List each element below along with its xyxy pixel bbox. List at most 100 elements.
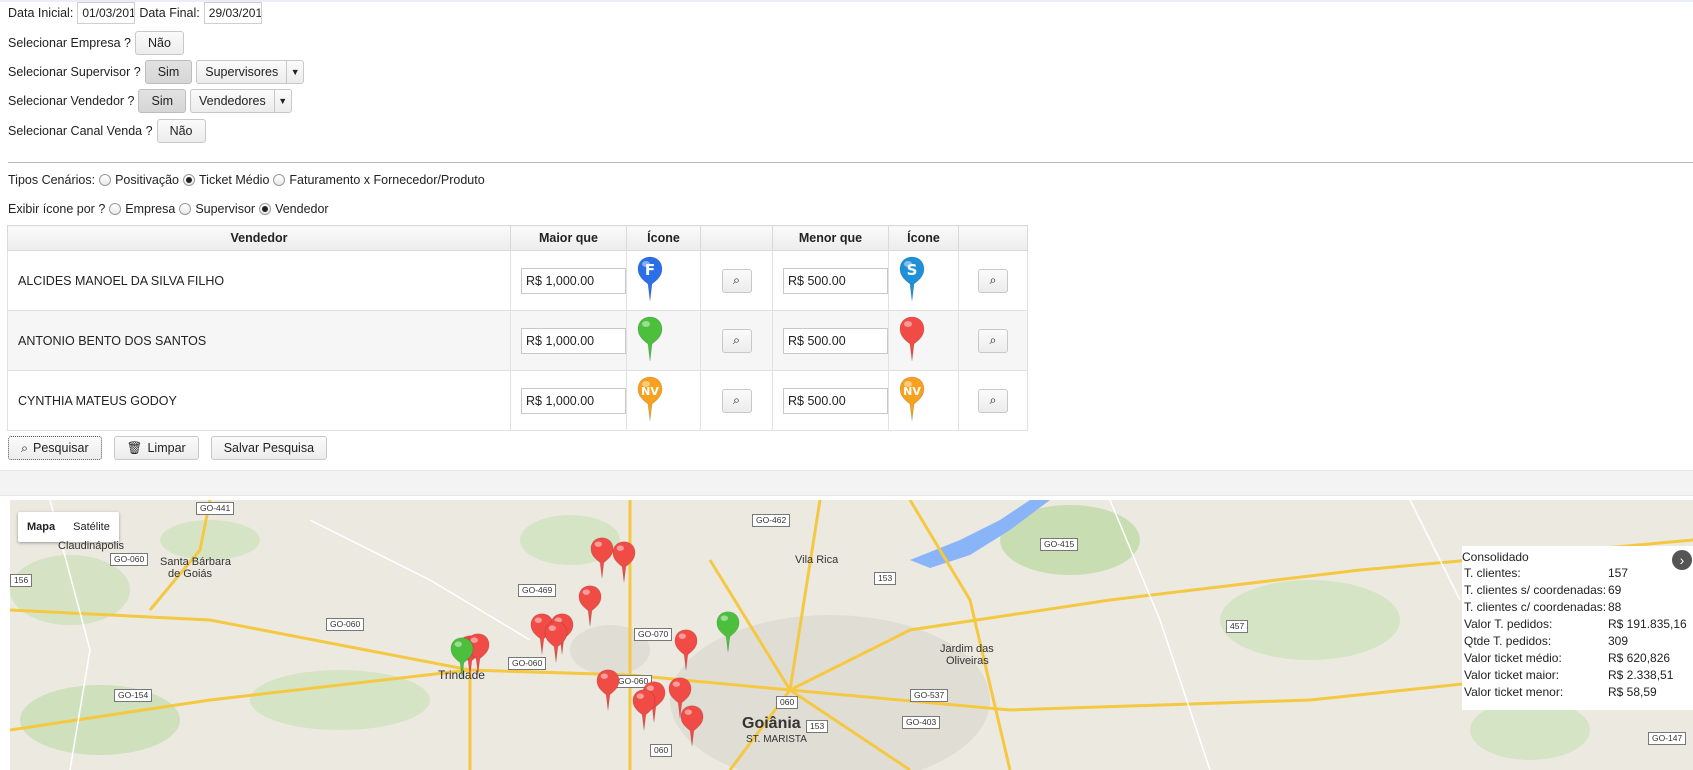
road-badge: 060 (650, 744, 673, 757)
menor-que-input[interactable]: R$ 500.00 (783, 387, 888, 414)
map-marker-icon[interactable] (544, 620, 568, 667)
supervisor-row: Selecionar Supervisor ? Sim Supervisores… (8, 59, 305, 85)
column-header[interactable]: Ícone (888, 225, 959, 251)
map-background (10, 500, 1693, 770)
maior-que-input[interactable]: R$ 1,000.00 (521, 387, 626, 414)
road-badge: GO-441 (196, 502, 235, 515)
actions-bar: ⌕ Pesquisar 🗑 Limpar Salvar Pesquisa (8, 436, 328, 460)
map-pin-icon[interactable]: S (899, 256, 958, 305)
pesquisar-label: Pesquisar (33, 441, 89, 455)
supervisor-toggle-button[interactable]: Sim (144, 60, 193, 84)
vendedor-toggle-button[interactable]: Sim (138, 89, 187, 113)
map-marker-icon[interactable] (612, 540, 636, 587)
map-pin-icon[interactable]: F (637, 256, 700, 305)
consolidado-label: Valor ticket maior: (1464, 668, 1560, 682)
map-marker-icon[interactable] (450, 636, 474, 683)
road-badge: 457 (1226, 620, 1249, 633)
map-marker-icon[interactable] (596, 668, 620, 715)
search-icon-button[interactable]: ⌕ (721, 268, 752, 293)
map-container[interactable]: Mapa Satélite Claudinápolis Santa Bárbar… (10, 500, 1693, 770)
icone-por-row: Exibir ícone por ? Empresa Supervisor Ve… (8, 196, 329, 222)
svg-text:F: F (645, 261, 655, 279)
radio-empresa[interactable] (109, 203, 122, 215)
road-badge: GO-147 (1648, 732, 1687, 745)
map-marker-icon[interactable] (680, 704, 704, 751)
search-icon-button[interactable]: ⌕ (721, 328, 752, 353)
place-label: de Goiás (168, 568, 213, 580)
radio-vendedor[interactable] (259, 203, 272, 215)
radio-faturamento[interactable] (273, 174, 286, 186)
place-label: ST. MARISTA (746, 734, 807, 745)
road-badge: GO-415 (1040, 538, 1079, 551)
empresa-row: Selecionar Empresa ? Não (8, 30, 184, 56)
place-label: Goiânia (742, 715, 801, 732)
empresa-toggle-button[interactable]: Não (134, 31, 184, 55)
consolidado-label: Valor T. pedidos: (1464, 617, 1553, 631)
consolidado-value: R$ 620,826 (1608, 651, 1671, 665)
column-header[interactable]: Maior que (510, 225, 627, 251)
maior-que-input[interactable]: R$ 1,000.00 (521, 267, 626, 294)
salvar-pesquisa-button[interactable]: Salvar Pesquisa (210, 436, 328, 460)
map-pin-icon[interactable]: NV (637, 376, 700, 425)
consolidado-value: 309 (1608, 634, 1629, 648)
search-icon-button[interactable]: ⌕ (978, 268, 1008, 293)
map-marker-icon[interactable] (590, 536, 614, 583)
road-badge: GO-060 (110, 553, 149, 566)
data-final-label: Data Final: (139, 6, 200, 20)
consolidado-value: 69 (1608, 583, 1622, 597)
column-header[interactable]: Ícone (626, 225, 701, 251)
road-badge: GO-537 (910, 689, 949, 702)
map-marker-icon[interactable] (674, 628, 698, 675)
search-icon: ⌕ (21, 440, 29, 455)
data-inicial-input[interactable]: 01/03/201 (77, 2, 136, 24)
map-marker-icon[interactable] (578, 584, 602, 631)
map-pin-icon[interactable] (637, 316, 700, 365)
menor-que-input[interactable]: R$ 500.00 (783, 267, 888, 294)
map-type-mapa[interactable]: Mapa (18, 512, 64, 542)
column-header (700, 225, 773, 251)
supervisor-select[interactable]: Supervisores ▼ (196, 60, 305, 84)
map-type-satelite[interactable]: Satélite (64, 512, 119, 542)
road-badge: 060 (776, 696, 799, 709)
radio-ticket-medio[interactable] (183, 174, 196, 186)
map-marker-icon[interactable] (632, 688, 656, 735)
place-label: Santa Bárbara (160, 556, 231, 568)
radio-positivacao[interactable] (99, 174, 112, 186)
data-final-input[interactable]: 29/03/201 (203, 2, 262, 24)
canal-label: Selecionar Canal Venda ? (8, 124, 153, 138)
road-badge: 153 (806, 720, 829, 733)
canal-toggle-button[interactable]: Não (156, 119, 206, 143)
date-row: Data Inicial: 01/03/201 Data Final: 29/0… (8, 0, 262, 26)
column-header[interactable]: Vendedor (7, 225, 511, 251)
radio-label: Empresa (125, 202, 176, 216)
table-row: ANTONIO BENTO DOS SANTOS R$ 1,000.00 ⌕ R$ 5… (7, 310, 1028, 371)
consolidado-value: R$ 2.338,51 (1608, 668, 1674, 682)
pesquisar-button[interactable]: ⌕ Pesquisar (8, 436, 102, 460)
search-icon-button[interactable]: ⌕ (721, 388, 752, 413)
search-icon-button[interactable]: ⌕ (978, 328, 1008, 353)
consolidado-label: Valor ticket menor: (1464, 685, 1564, 699)
radio-label: Positivação (115, 173, 180, 187)
search-icon: ⌕ (732, 393, 740, 407)
consolidado-label: T. clientes: (1464, 566, 1521, 580)
trash-icon: 🗑 (126, 440, 143, 455)
consolidado-label: T. clientes s/ coordenadas: (1464, 583, 1607, 597)
place-label: Oliveiras (946, 655, 989, 667)
maior-que-input[interactable]: R$ 1,000.00 (521, 327, 626, 354)
radio-supervisor[interactable] (179, 203, 192, 215)
menor-que-input[interactable]: R$ 500.00 (783, 327, 888, 354)
map-pin-icon[interactable] (899, 316, 958, 365)
consolidado-label: Qtde T. pedidos: (1464, 634, 1552, 648)
road-badge: GO-154 (114, 689, 153, 702)
divider (8, 162, 1693, 163)
column-header[interactable]: Menor que (772, 225, 889, 251)
search-icon: ⌕ (989, 273, 997, 287)
map-pin-icon[interactable]: NV (899, 376, 958, 425)
map-marker-icon[interactable] (716, 610, 740, 657)
vendedor-select[interactable]: Vendedores ▼ (190, 89, 292, 113)
table-row: ALCIDES MANOEL DA SILVA FILHO R$ 1,000.00… (7, 250, 1028, 311)
icone-por-label: Exibir ícone por ? (8, 202, 106, 216)
chevron-right-icon[interactable]: › (1672, 550, 1692, 570)
search-icon-button[interactable]: ⌕ (978, 388, 1008, 413)
limpar-button[interactable]: 🗑 Limpar (113, 436, 199, 460)
